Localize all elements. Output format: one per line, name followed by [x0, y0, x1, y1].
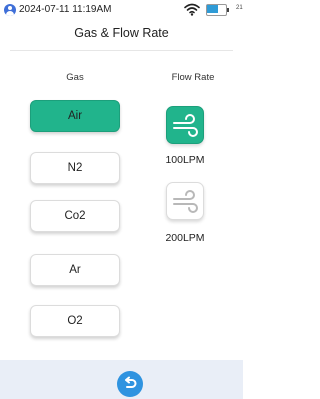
gas-option-label: Co2 [64, 210, 86, 222]
gas-option-label: O2 [67, 315, 83, 327]
user-avatar-icon [4, 4, 16, 16]
flow-rate-header: Flow Rate [171, 72, 215, 83]
flow-rate-200-label: 200LPM [165, 232, 205, 244]
battery-icon [206, 4, 229, 16]
wind-icon [173, 190, 198, 213]
gas-option-o2[interactable]: O2 [30, 305, 120, 337]
status-bar: 2024-07-11 11:19AM 21 [0, 0, 243, 22]
status-time: 2024-07-11 11:19AM [19, 4, 112, 15]
flow-rate-200-button[interactable] [166, 182, 204, 220]
flow-rate-100-button[interactable] [166, 106, 204, 144]
title-divider [10, 50, 233, 51]
gas-option-label: Ar [69, 264, 81, 276]
wifi-icon [184, 3, 200, 16]
gas-option-air[interactable]: Air [30, 100, 120, 132]
wind-icon [173, 114, 198, 137]
page-title: Gas & Flow Rate [74, 26, 169, 40]
back-button[interactable] [117, 371, 143, 397]
flow-rate-100-label: 100LPM [165, 154, 205, 166]
gas-option-co2[interactable]: Co2 [30, 200, 120, 232]
gas-header: Gas [66, 72, 84, 83]
gas-option-ar[interactable]: Ar [30, 254, 120, 286]
gas-option-label: Air [67, 110, 83, 122]
battery-fill [207, 5, 219, 13]
status-extra: 21 [236, 5, 243, 11]
gas-option-n2[interactable]: N2 [30, 152, 120, 184]
undo-arrow-icon [125, 376, 137, 388]
gas-option-label: N2 [67, 162, 83, 174]
